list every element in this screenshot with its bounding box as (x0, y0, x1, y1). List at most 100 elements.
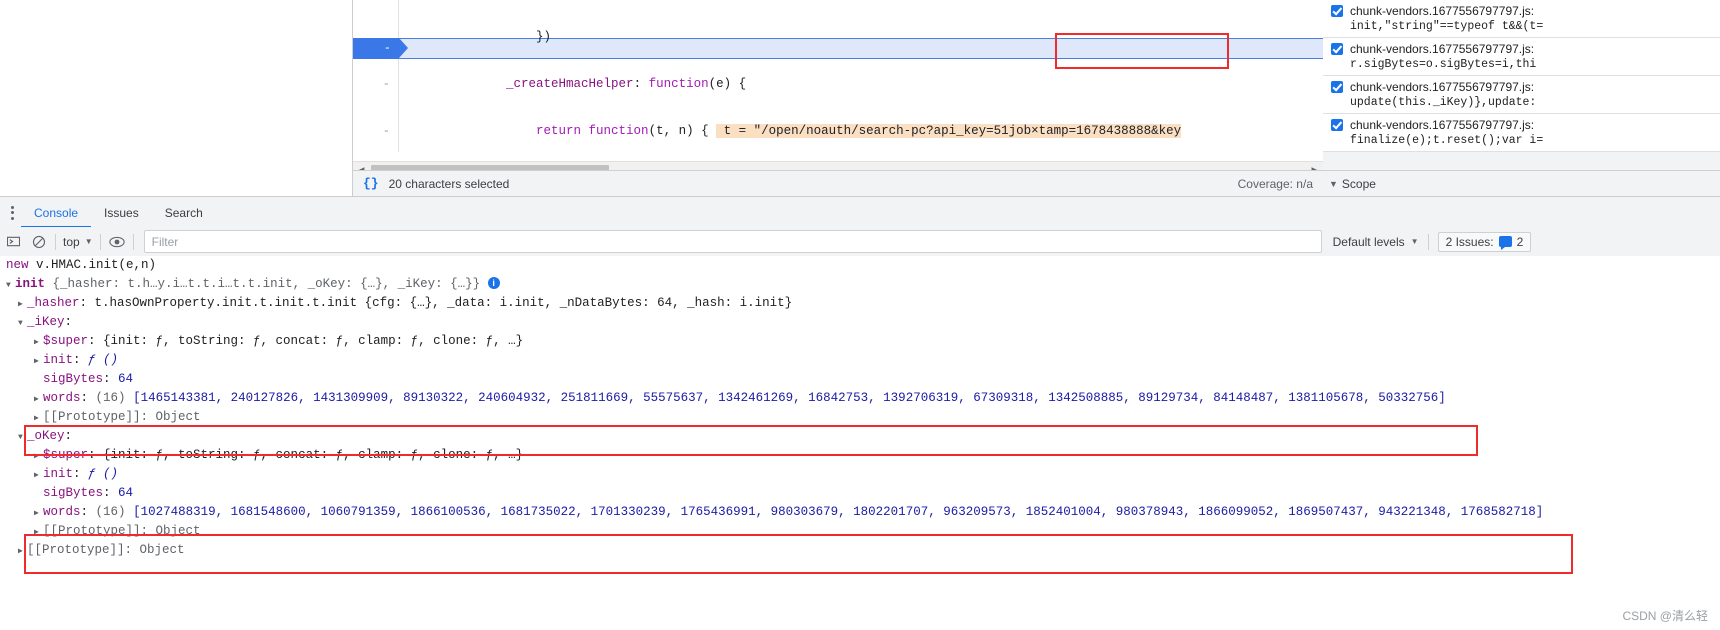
property-key: init (43, 353, 74, 367)
breakpoint-snippet: finalize(e);t.reset();var i= (1350, 134, 1544, 147)
toolbar-divider (99, 233, 101, 250)
expand-triangle-icon[interactable] (18, 295, 27, 314)
property-key: init (43, 467, 74, 481)
expand-triangle-icon[interactable] (34, 523, 43, 542)
expand-triangle-icon[interactable] (34, 447, 43, 466)
array-length: (16) (95, 505, 126, 519)
okey-proto[interactable]: [[Prototype]]: Object (0, 522, 1720, 541)
expand-triangle-icon[interactable] (34, 333, 43, 352)
clear-console-icon[interactable] (26, 227, 52, 256)
sources-panel-area: - - - - - - - - - }) (0, 0, 1720, 197)
execution-context-selector[interactable]: top ▼ (59, 232, 97, 252)
property-key: words (43, 391, 81, 405)
console-command-echo: new v.HMAC.init(e,n) (0, 256, 1720, 275)
devtools-window: - - - - - - - - - }) (0, 0, 1720, 630)
ikey-words[interactable]: words: (16) [1465143381, 240127826, 1431… (0, 389, 1720, 408)
source-code-editor[interactable]: - - - - - - - - - }) (352, 0, 1324, 196)
expand-triangle-icon[interactable] (34, 390, 43, 409)
code-area: - - - - - - - - - }) (353, 0, 1323, 152)
breakpoint-checkbox[interactable] (1331, 43, 1343, 55)
breakpoints-sidebar: chunk-vendors.1677556797797.js: init,"st… (1323, 0, 1720, 196)
scope-section-header[interactable]: ▼ Scope (1323, 170, 1720, 197)
context-label: top (63, 234, 80, 249)
expand-triangle-icon[interactable] (18, 542, 27, 561)
toolbar-divider (55, 233, 56, 250)
breakpoint-checkbox[interactable] (1331, 119, 1343, 131)
live-expression-icon[interactable] (104, 227, 130, 256)
scope-label: Scope (1341, 177, 1376, 191)
okey-words[interactable]: words: (16) [1027488319, 1681548600, 106… (0, 503, 1720, 522)
property-key: _oKey (27, 429, 65, 443)
property-value: t.hasOwnProperty.init.t.init.t.init {cfg… (94, 296, 793, 310)
property-key: sigBytes (43, 486, 104, 500)
code-lines: }) _createHmacHelper: function(e) { retu… (399, 0, 1323, 152)
breakpoint-file-label: chunk-vendors.1677556797797.js: (1350, 80, 1535, 94)
expand-triangle-icon[interactable] (34, 504, 43, 523)
breakpoint-item[interactable]: chunk-vendors.1677556797797.js: update(t… (1323, 76, 1720, 114)
array-length: (16) (95, 391, 126, 405)
breakpoint-checkbox[interactable] (1331, 5, 1343, 17)
info-icon[interactable]: i (487, 276, 500, 289)
issues-button[interactable]: 2 Issues: 2 (1437, 231, 1532, 252)
ikey-sigbytes: sigBytes: 64 (43, 372, 134, 386)
pretty-print-icon[interactable]: {} (363, 176, 379, 191)
log-level-selector[interactable]: Default levels ▼ (1333, 235, 1419, 249)
issues-count: 2 (1516, 234, 1524, 249)
drawer-tab-bar: Console Issues Search (0, 196, 1720, 229)
breakpoint-item[interactable]: chunk-vendors.1677556797797.js: init,"st… (1323, 0, 1720, 38)
object-name: init (15, 277, 46, 291)
property-okey[interactable]: _oKey: (0, 427, 1720, 446)
words-array-ikey: [1465143381, 240127826, 1431309909, 8913… (133, 391, 1446, 405)
expand-triangle-icon[interactable] (34, 409, 43, 428)
ikey-super[interactable]: $super: {init: ƒ, toString: ƒ, concat: ƒ… (0, 332, 1720, 351)
property-key: sigBytes (43, 372, 104, 386)
console-result-root[interactable]: init {_hasher: t.h…y.i…t.t.i…t.t.init, _… (0, 275, 1720, 294)
root-proto[interactable]: [[Prototype]]: Object (0, 541, 1720, 560)
property-value: ƒ () (88, 467, 119, 481)
breakpoint-list: chunk-vendors.1677556797797.js: init,"st… (1323, 0, 1720, 152)
tab-issues[interactable]: Issues (91, 198, 152, 228)
property-hasher[interactable]: _hasher: t.hasOwnProperty.init.t.init.t.… (0, 294, 1720, 313)
property-key: words (43, 505, 81, 519)
property-value: ƒ () (88, 353, 119, 367)
ikey-proto[interactable]: [[Prototype]]: Object (0, 408, 1720, 427)
breakpoint-item[interactable]: chunk-vendors.1677556797797.js: finalize… (1323, 114, 1720, 152)
okey-super[interactable]: $super: {init: ƒ, toString: ƒ, concat: ƒ… (0, 446, 1720, 465)
expand-triangle-icon[interactable] (34, 352, 43, 371)
issues-badge-icon (1498, 236, 1512, 250)
expand-triangle-icon[interactable] (6, 276, 15, 295)
object-preview: {_hasher: t.h…y.i…t.t.i…t.t.init, _oKey:… (52, 277, 481, 291)
editor-status-bar: {} 20 characters selected Coverage: n/a (353, 170, 1323, 196)
property-value: {init: ƒ, toString: ƒ, concat: ƒ, clamp:… (103, 448, 524, 462)
expand-triangle-icon[interactable] (18, 314, 27, 333)
selection-status-text: 20 characters selected (388, 176, 510, 191)
command-expression: v.HMAC.init(e,n) (28, 258, 157, 272)
okey-init[interactable]: init: ƒ () (0, 465, 1720, 484)
filter-input[interactable]: Filter (143, 230, 1322, 253)
chevron-down-icon: ▼ (1410, 237, 1419, 246)
tab-search[interactable]: Search (152, 198, 216, 228)
navigator-blank-area (0, 0, 352, 196)
breakpoint-file-label: chunk-vendors.1677556797797.js: (1350, 42, 1535, 56)
breakpoint-item[interactable]: chunk-vendors.1677556797797.js: r.sigByt… (1323, 38, 1720, 76)
property-value: 64 (118, 372, 134, 386)
prototype-label: [[Prototype]]: Object (43, 410, 201, 424)
okey-sigbytes: sigBytes: 64 (43, 486, 134, 500)
property-ikey[interactable]: _iKey: (0, 313, 1720, 332)
property-key: $super (43, 448, 89, 462)
levels-label: Default levels (1332, 234, 1405, 249)
console-output: new v.HMAC.init(e,n) init {_hasher: t.h…… (0, 256, 1720, 630)
more-options-icon[interactable] (3, 197, 21, 228)
ikey-init[interactable]: init: ƒ () (0, 351, 1720, 370)
execute-arrow-icon[interactable] (0, 227, 26, 256)
toolbar-divider (132, 233, 134, 250)
issues-label: 2 Issues: (1445, 234, 1494, 249)
expand-triangle-icon[interactable] (18, 428, 27, 447)
breakpoint-checkbox[interactable] (1331, 81, 1343, 93)
chevron-down-icon: ▼ (1329, 179, 1338, 189)
annotation-box-hmac-init (1055, 33, 1229, 69)
tab-console[interactable]: Console (21, 198, 92, 228)
expand-triangle-icon[interactable] (34, 466, 43, 485)
breakpoint-snippet: update(this._iKey)},update: (1350, 96, 1537, 109)
execution-pointer-marker: - (353, 38, 408, 59)
